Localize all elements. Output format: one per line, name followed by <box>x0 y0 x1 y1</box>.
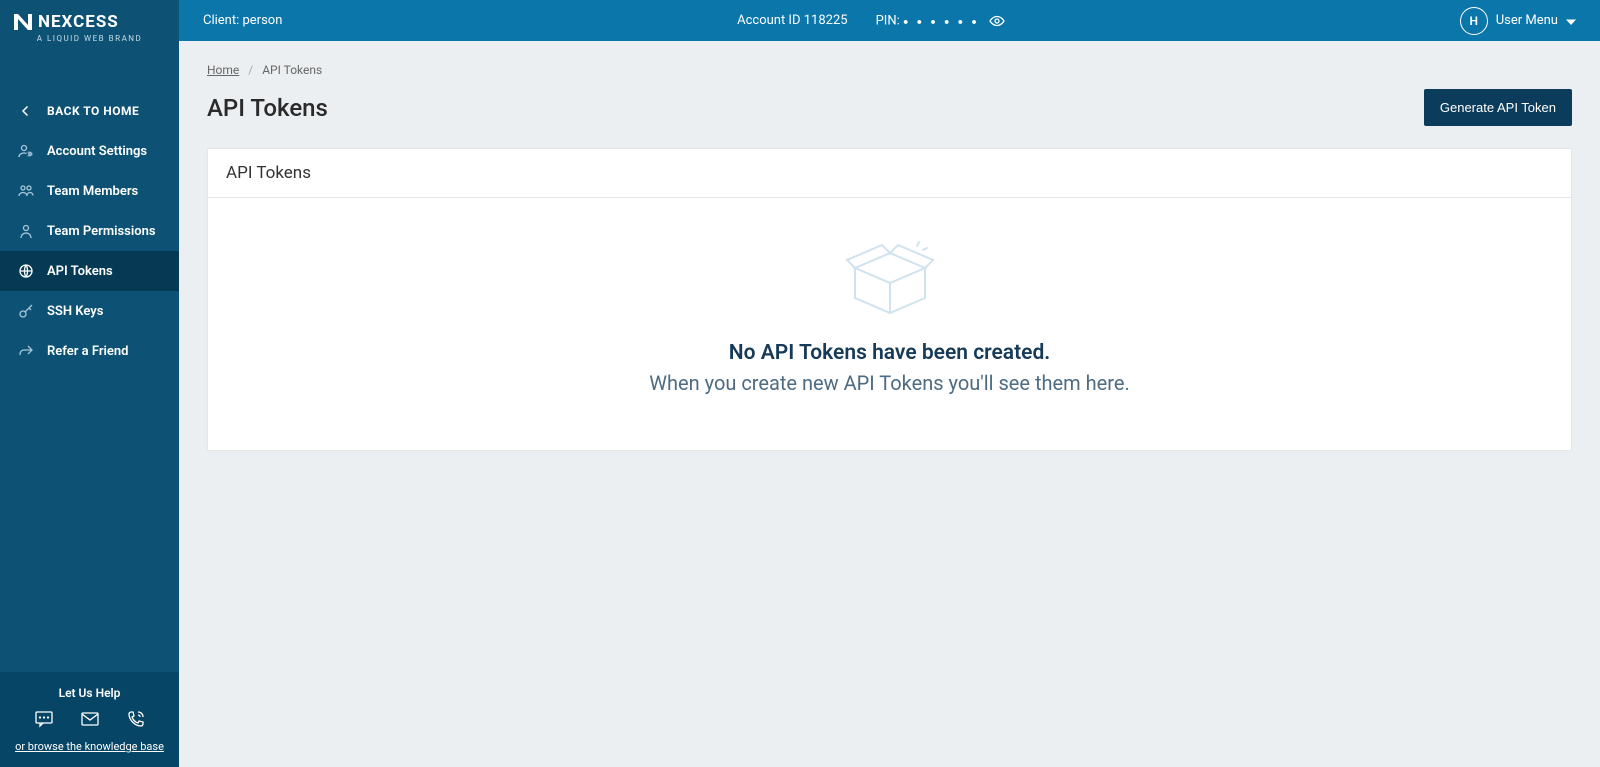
chat-icon[interactable] <box>35 710 53 728</box>
brand-tagline: A LIQUID WEB BRAND <box>14 34 165 43</box>
generate-api-token-button[interactable]: Generate API Token <box>1424 89 1572 126</box>
knowledge-base-link[interactable]: or browse the knowledge base <box>0 740 179 753</box>
chevron-left-icon <box>18 103 34 119</box>
account-id: Account ID 118225 <box>737 13 847 28</box>
pin-block: PIN: ● ● ● ● ● ● <box>876 13 1005 29</box>
empty-state-subtitle: When you create new API Tokens you'll se… <box>228 371 1551 395</box>
page-header: API Tokens Generate API Token <box>207 89 1572 126</box>
nav-back-label: BACK TO HOME <box>47 104 139 118</box>
chevron-down-icon <box>1566 16 1576 26</box>
key-icon <box>18 303 34 319</box>
nav-item-label: Account Settings <box>47 144 147 159</box>
globe-icon <box>18 263 34 279</box>
users-icon <box>18 183 34 199</box>
nav-refer-friend[interactable]: Refer a Friend <box>0 331 179 371</box>
nav-ssh-keys[interactable]: SSH Keys <box>0 291 179 331</box>
api-tokens-card: API Tokens No API Tokens have been creat… <box>207 148 1572 451</box>
nav-item-label: Team Members <box>47 184 138 199</box>
breadcrumb-current: API Tokens <box>262 63 322 77</box>
nav-api-tokens[interactable]: API Tokens <box>0 251 179 291</box>
nav-item-label: Refer a Friend <box>47 344 128 359</box>
breadcrumb: Home / API Tokens <box>207 63 1572 77</box>
client-label: Client: person <box>203 13 282 28</box>
empty-box-icon <box>845 238 935 323</box>
nav-account-settings[interactable]: Account Settings <box>0 131 179 171</box>
sidebar-nav: BACK TO HOME Account Settings Team Membe… <box>0 53 179 672</box>
card-header: API Tokens <box>208 149 1571 198</box>
help-label: Let Us Help <box>0 686 179 700</box>
empty-state-title: No API Tokens have been created. <box>228 341 1551 365</box>
nav-team-permissions[interactable]: Team Permissions <box>0 211 179 251</box>
share-icon <box>18 343 34 359</box>
logo-mark-icon <box>14 14 32 30</box>
nav-back-to-home[interactable]: BACK TO HOME <box>0 91 179 131</box>
user-gear-icon <box>18 143 34 159</box>
eye-icon[interactable] <box>989 13 1005 29</box>
page-title: API Tokens <box>207 94 328 122</box>
main: Client: person Account ID 118225 PIN: ● … <box>179 0 1600 767</box>
sidebar: NEXCESS A LIQUID WEB BRAND BACK TO HOME … <box>0 0 179 767</box>
user-menu[interactable]: H User Menu <box>1460 7 1576 35</box>
user-shield-icon <box>18 223 34 239</box>
nav-item-label: Team Permissions <box>47 224 156 239</box>
content: Home / API Tokens API Tokens Generate AP… <box>179 41 1600 473</box>
avatar: H <box>1460 7 1488 35</box>
brand-name: NEXCESS <box>38 12 119 32</box>
pin-dots: ● ● ● ● ● ● <box>903 17 980 27</box>
nav-item-label: API Tokens <box>47 264 113 279</box>
phone-icon[interactable] <box>127 710 145 728</box>
user-menu-label: User Menu <box>1496 13 1558 28</box>
breadcrumb-home[interactable]: Home <box>207 63 239 77</box>
nav-team-members[interactable]: Team Members <box>0 171 179 211</box>
card-body: No API Tokens have been created. When yo… <box>208 198 1571 450</box>
nav-item-label: SSH Keys <box>47 304 103 319</box>
sidebar-footer: Let Us Help or browse the knowledge base <box>0 672 179 767</box>
mail-icon[interactable] <box>81 710 99 728</box>
brand-logo[interactable]: NEXCESS A LIQUID WEB BRAND <box>0 0 179 53</box>
topbar: Client: person Account ID 118225 PIN: ● … <box>179 0 1600 41</box>
